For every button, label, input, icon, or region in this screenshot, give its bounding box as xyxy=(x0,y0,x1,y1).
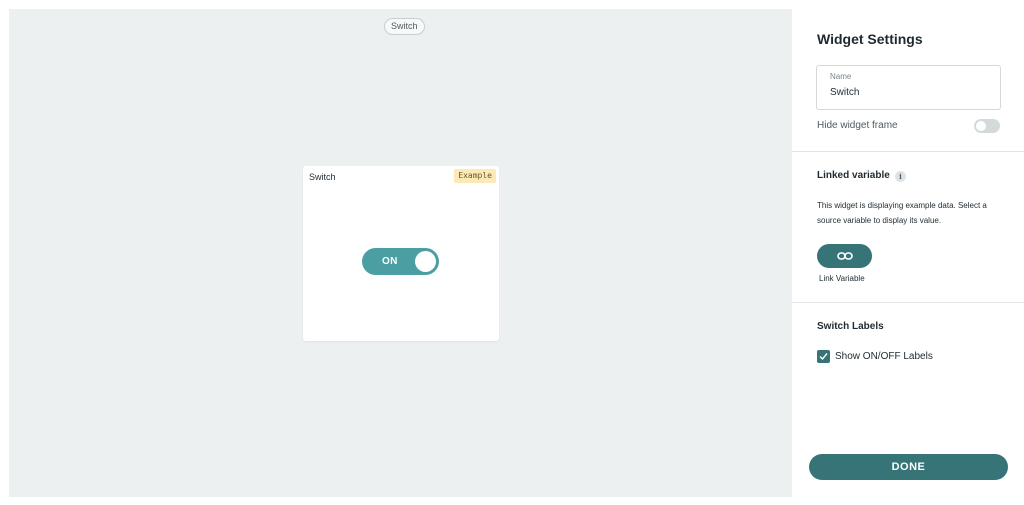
link-icon xyxy=(836,252,853,260)
divider xyxy=(792,151,1024,152)
divider xyxy=(792,302,1024,303)
switch-toggle-knob xyxy=(415,251,436,272)
hide-frame-toggle-knob xyxy=(976,121,986,131)
widget-settings-panel: Widget Settings Name Hide widget frame L… xyxy=(792,9,1024,505)
info-icon[interactable]: i xyxy=(895,171,906,182)
linked-variable-description: This widget is displaying example data. … xyxy=(817,201,987,225)
switch-widget-card[interactable]: Switch Example ON xyxy=(303,166,499,341)
name-field[interactable]: Name xyxy=(816,65,1001,110)
dashboard-canvas: Switch Switch Example ON xyxy=(9,9,792,497)
show-labels-checkbox-label[interactable]: Show ON/OFF Labels xyxy=(835,351,933,362)
widget-type-pill: Switch xyxy=(384,18,425,35)
check-icon xyxy=(819,353,828,361)
widget-title: Switch xyxy=(309,172,336,182)
switch-toggle-label: ON xyxy=(382,256,398,267)
link-variable-label: Link Variable xyxy=(819,274,865,283)
hide-frame-label: Hide widget frame xyxy=(817,120,898,131)
done-button[interactable]: DONE xyxy=(809,454,1008,480)
name-input[interactable] xyxy=(830,87,990,98)
linked-variable-title: Linked variable xyxy=(817,170,890,181)
switch-labels-title: Switch Labels xyxy=(817,321,884,332)
hide-frame-toggle[interactable] xyxy=(974,119,1000,133)
example-badge: Example xyxy=(454,169,496,183)
name-field-label: Name xyxy=(830,72,852,81)
show-labels-checkbox[interactable] xyxy=(817,350,830,363)
switch-toggle[interactable]: ON xyxy=(362,248,439,275)
panel-title: Widget Settings xyxy=(817,31,923,47)
link-variable-button[interactable] xyxy=(817,244,872,268)
